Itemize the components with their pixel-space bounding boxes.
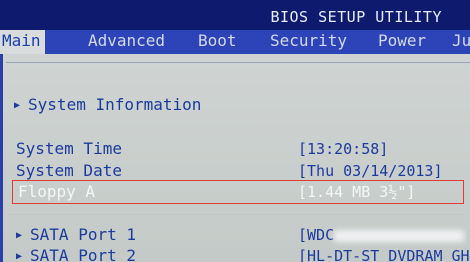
menu-bar: Main Advanced Boot Security Power Ju xyxy=(0,30,470,54)
triangle-right-icon: ▶ xyxy=(14,100,21,111)
tab-advanced[interactable]: Advanced xyxy=(88,30,165,54)
triangle-right-icon: ▶ xyxy=(16,230,23,241)
sata-port-1-value: [WDC xyxy=(298,226,465,244)
tab-security[interactable]: Security xyxy=(270,30,347,54)
redacted-block xyxy=(334,229,465,242)
divider xyxy=(8,214,464,215)
sata-port-1-item[interactable]: ▶ SATA Port 1 xyxy=(16,225,136,244)
system-time-label: System Time xyxy=(16,139,122,158)
sata-port-2-label: SATA Port 2 xyxy=(30,246,136,262)
title-bar: BIOS SETUP UTILITY xyxy=(0,0,470,30)
sata-port-2-item[interactable]: ▶ SATA Port 2 xyxy=(16,246,136,262)
system-time-value[interactable]: [13:20:58] xyxy=(298,140,388,158)
system-date-label: System Date xyxy=(16,161,122,180)
floppy-a-label: Floppy A xyxy=(18,182,96,201)
system-information-label: System Information xyxy=(28,95,202,114)
tab-boot[interactable]: Boot xyxy=(198,30,237,54)
floppy-a-value[interactable]: [1.44 MB 3½"] xyxy=(298,183,415,201)
system-information-item[interactable]: ▶ System Information xyxy=(14,95,201,114)
triangle-right-icon: ▶ xyxy=(16,251,23,262)
bios-screen: BIOS SETUP UTILITY Main Advanced Boot Se… xyxy=(0,0,470,262)
sata-port-1-label: SATA Port 1 xyxy=(30,225,136,244)
sata-port-1-text: [WDC xyxy=(298,226,335,244)
system-date-value[interactable]: [Thu 03/14/2013] xyxy=(298,162,443,180)
window-title: BIOS SETUP UTILITY xyxy=(270,8,442,26)
tab-power[interactable]: Power xyxy=(378,30,426,54)
tab-ju[interactable]: Ju xyxy=(452,30,470,54)
sata-port-2-value: [HL-DT-ST DVDRAM GH xyxy=(298,247,470,262)
tab-main[interactable]: Main xyxy=(0,30,45,54)
